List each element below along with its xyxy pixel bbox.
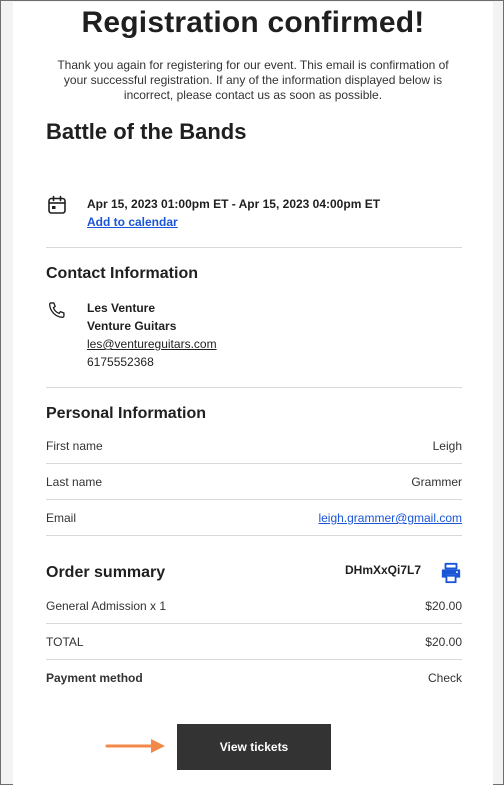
row-value: Leigh (432, 439, 462, 453)
row-value: Grammer (411, 475, 462, 489)
personal-row-last-name: Last name Grammer (46, 464, 462, 500)
contact-section-title: Contact Information (46, 265, 198, 282)
personal-email-link[interactable]: leigh.grammer@gmail.com (318, 500, 462, 536)
row-label: Email (46, 511, 77, 525)
order-code: DHmXxQi7L7 (345, 563, 422, 577)
order-row-general-admission: General Admission x 1 $20.00 (46, 588, 462, 624)
page-title: Registration confirmed! (81, 6, 425, 39)
row-value: $20.00 (425, 599, 462, 613)
contact-email-link[interactable]: les@ventureguitars.com (87, 337, 217, 351)
contact-company: Venture Guitars (87, 319, 177, 333)
confirmation-card: Registration confirmed! Thank you again … (13, 2, 493, 785)
personal-row-email: Email leigh.grammer@gmail.com (46, 500, 462, 536)
add-to-calendar-link[interactable]: Add to calendar (87, 215, 178, 229)
row-label: General Admission x 1 (46, 599, 167, 613)
order-row-total: TOTAL $20.00 (46, 624, 462, 660)
view-tickets-button[interactable]: View tickets (177, 724, 331, 770)
order-section-title: Order summary (46, 564, 166, 581)
contact-name: Les Venture (87, 301, 156, 315)
row-label: Last name (46, 475, 103, 489)
divider (46, 387, 462, 388)
row-label: Payment method (46, 671, 143, 685)
event-name: Battle of the Bands (46, 119, 247, 144)
calendar-icon (47, 195, 67, 215)
personal-section-title: Personal Information (46, 405, 207, 422)
row-label: First name (46, 439, 103, 453)
phone-icon (47, 300, 67, 320)
row-label: TOTAL (46, 635, 84, 649)
intro-text: Thank you again for registering for our … (57, 58, 449, 102)
row-value: Check (427, 671, 462, 685)
personal-row-first-name: First name Leigh (46, 428, 462, 464)
event-datetime: Apr 15, 2023 01:00pm ET - Apr 15, 2023 0… (87, 197, 381, 211)
divider (46, 247, 462, 248)
email-frame: Registration confirmed! Thank you again … (0, 0, 504, 785)
row-value: $20.00 (425, 635, 462, 649)
contact-phone: 6175552368 (87, 355, 154, 369)
printer-icon[interactable] (440, 562, 462, 584)
callout-arrow-icon (105, 739, 165, 753)
order-row-payment-method: Payment method Check (46, 660, 462, 696)
